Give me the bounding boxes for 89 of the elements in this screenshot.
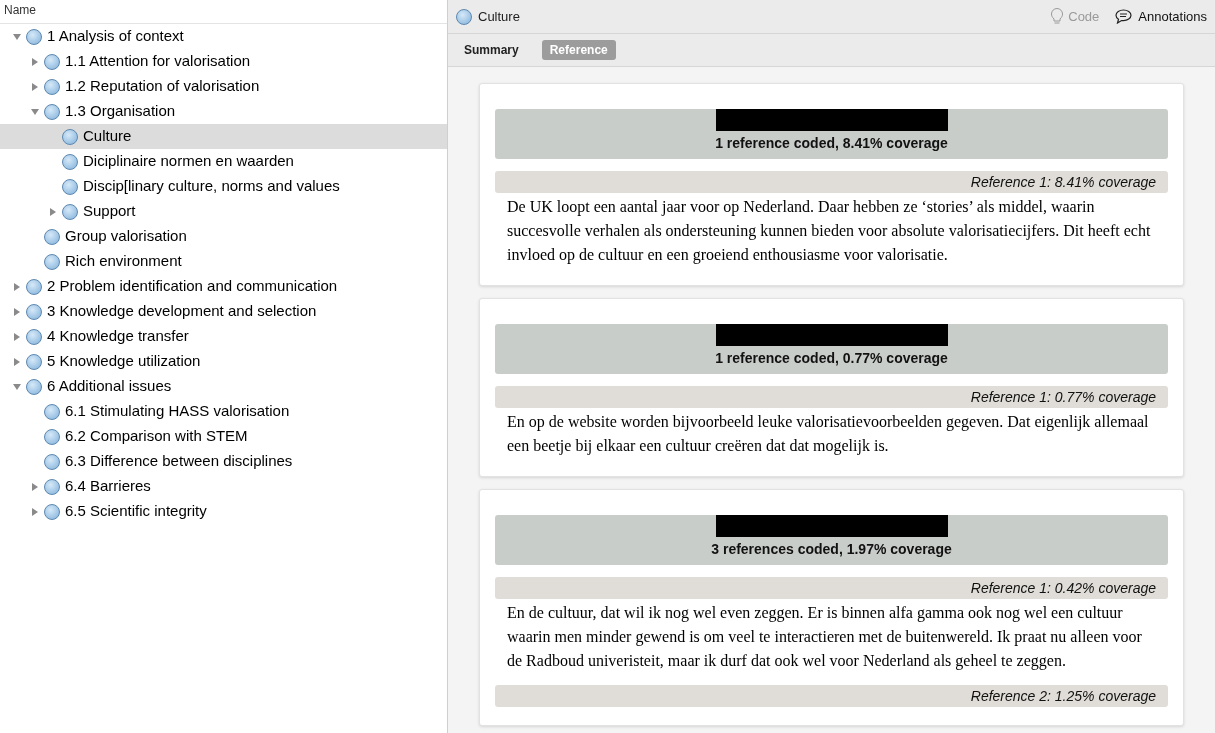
tab[interactable]: Summary: [456, 40, 527, 60]
summary-text: 1 reference coded, 8.41% coverage: [715, 134, 948, 153]
collapsed-triangle-icon[interactable]: [12, 282, 21, 291]
tree-item-label: 5 Knowledge utilization: [47, 351, 201, 372]
tree-item-label: 1.3 Organisation: [65, 101, 176, 122]
tree-item-label: 6.2 Comparison with STEM: [65, 426, 248, 447]
node-icon: [44, 503, 60, 520]
collapsed-triangle-icon[interactable]: [30, 507, 39, 516]
tree-item-label: Support: [83, 201, 136, 222]
reference-label: Reference 1: 8.41% coverage: [495, 171, 1168, 193]
tree-item-label: 6.4 Barrieres: [65, 476, 151, 497]
collapsed-triangle-icon[interactable]: [30, 57, 39, 66]
node-icon: [26, 28, 42, 45]
node-icon: [62, 178, 78, 195]
tree-item-label: 6.5 Scientific integrity: [65, 501, 207, 522]
tree-item-label: 6.3 Difference between disciplines: [65, 451, 293, 472]
tree-item-label: 3 Knowledge development and selection: [47, 301, 317, 322]
node-icon: [44, 78, 60, 95]
tree-item-label: Rich environment: [65, 251, 182, 272]
tree-item[interactable]: 6.1 Stimulating HASS valorisation: [0, 399, 447, 424]
tree-item[interactable]: 6.4 Barrieres: [0, 474, 447, 499]
node-icon: [44, 453, 60, 470]
tree-item[interactable]: 2 Problem identification and communication: [0, 274, 447, 299]
tree-item[interactable]: 4 Knowledge transfer: [0, 324, 447, 349]
lightbulb-icon: [1051, 8, 1064, 25]
tree-item[interactable]: 1.1 Attention for valorisation: [0, 49, 447, 74]
collapsed-triangle-icon[interactable]: [12, 357, 21, 366]
node-icon: [26, 278, 42, 295]
tree-item[interactable]: 1.3 Organisation: [0, 99, 447, 124]
tree-item-label: Culture: [83, 126, 132, 147]
expanded-triangle-icon[interactable]: [12, 382, 21, 391]
collapsed-triangle-icon[interactable]: [12, 332, 21, 341]
node-icon: [44, 428, 60, 445]
reference-label: Reference 2: 1.25% coverage: [495, 685, 1168, 707]
tree-item-label: 6 Additional issues: [47, 376, 172, 397]
tree-item-label: 4 Knowledge transfer: [47, 326, 189, 347]
node-icon: [26, 353, 42, 370]
collapsed-triangle-icon[interactable]: [30, 82, 39, 91]
expanded-triangle-icon[interactable]: [30, 107, 39, 116]
tree-item[interactable]: Group valorisation: [0, 224, 447, 249]
node-icon: [62, 203, 78, 220]
tree-item[interactable]: Discip[linary culture, norms and values: [0, 174, 447, 199]
tree-item-label: Discip[linary culture, norms and values: [83, 176, 340, 197]
node-icon: [26, 303, 42, 320]
node-icon: [26, 378, 42, 395]
summary-text: 3 references coded, 1.97% coverage: [711, 540, 952, 559]
tree-item-label: 1.1 Attention for valorisation: [65, 51, 251, 72]
summary-text: 1 reference coded, 0.77% coverage: [715, 349, 948, 368]
tree-item[interactable]: 6.5 Scientific integrity: [0, 499, 447, 524]
speech-bubble-icon: [1115, 9, 1133, 24]
tree-item[interactable]: 5 Knowledge utilization: [0, 349, 447, 374]
node-icon: [62, 153, 78, 170]
tree-item-label: 1 Analysis of context: [47, 26, 184, 47]
reference-text: En op de website worden bijvoorbeeld leuke valorisatievoorbeelden gegeven. Dat eigenlijk allemaal een beetje bij elkaar een cultuur creëren dat dat mogelijk is.: [506, 412, 1150, 457]
node-icon: [26, 328, 42, 345]
tree-item-label: 2 Problem identification and communication: [47, 276, 338, 297]
reference-text: En de cultuur, dat wil ik nog wel even zeggen. Er is binnen alfa gamma ook nog wel een cultuur waarin men minder gewend is om veel te interactieren met de buitenwereld. Ik praat nu alleen voor de Radboud univeristeit, maar ik durf dat ook wel voor Nederland als geheel te zeggen.: [506, 603, 1143, 672]
tree-item[interactable]: 6.2 Comparison with STEM: [0, 424, 447, 449]
annotations-button[interactable]: Annotations: [1115, 6, 1207, 27]
collapsed-triangle-icon[interactable]: [12, 307, 21, 316]
tree-item[interactable]: 6 Additional issues: [0, 374, 447, 399]
tree-item-label: Diciplinaire normen en waarden: [83, 151, 294, 172]
tree-item[interactable]: Support: [0, 199, 447, 224]
reference-label: Reference 1: 0.42% coverage: [495, 577, 1168, 599]
tree-item-label: 1.2 Reputation of valorisation: [65, 76, 260, 97]
tree-item[interactable]: 6.3 Difference between disciplines: [0, 449, 447, 474]
node-icon: [44, 228, 60, 245]
tree-item[interactable]: Culture: [0, 124, 447, 149]
reference-label: Reference 1: 0.77% coverage: [495, 386, 1168, 408]
tree-item[interactable]: 3 Knowledge development and selection: [0, 299, 447, 324]
expanded-triangle-icon[interactable]: [12, 32, 21, 41]
node-icon: [44, 253, 60, 270]
tree-item-label: Group valorisation: [65, 226, 187, 247]
tree-item[interactable]: 1.2 Reputation of valorisation: [0, 74, 447, 99]
collapsed-triangle-icon[interactable]: [48, 207, 57, 216]
tree-item[interactable]: Rich environment: [0, 249, 447, 274]
detail-title: Culture: [478, 7, 521, 26]
node-icon: [44, 403, 60, 420]
tree-item[interactable]: Diciplinaire normen en waarden: [0, 149, 447, 174]
node-icon: [44, 103, 60, 120]
node-icon: [456, 8, 472, 25]
tree-item-label: 6.1 Stimulating HASS valorisation: [65, 401, 290, 422]
reference-text: De UK loopt een aantal jaar voor op Nederland. Daar hebben ze ‘stories’ als middel, waarin succesvolle verhalen als ondersteuning kunnen bieden voor absolute valorisatiecijfers. Dit heeft echt invloed op de cultuur en een groeiend enthousiasme voor valorisatie.: [506, 197, 1152, 266]
node-icon: [44, 478, 60, 495]
node-icon: [62, 128, 78, 145]
node-icon: [44, 53, 60, 70]
collapsed-triangle-icon[interactable]: [30, 482, 39, 491]
column-header[interactable]: Name: [0, 0, 447, 24]
tree-item[interactable]: 1 Analysis of context: [0, 24, 447, 49]
